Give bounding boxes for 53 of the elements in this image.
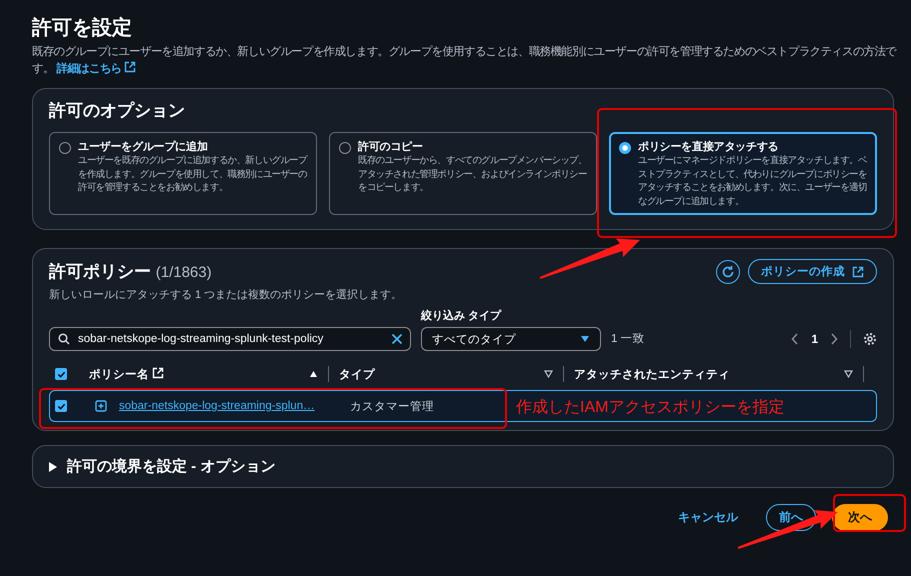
expand-icon[interactable] <box>95 400 107 412</box>
clear-icon[interactable] <box>391 333 403 345</box>
filter-label: 絞り込み タイプ <box>421 308 502 323</box>
previous-page-icon[interactable] <box>791 333 800 345</box>
external-link-icon <box>152 366 164 378</box>
option-card[interactable]: ユーザーをグループに追加 ユーザーを既存のグループに追加するか、新しいグループを作成します。グループを使用して、職務別にユーザーの許可を管理することをお勧めします。 <box>49 132 317 215</box>
page-description: 既存のグループにユーザーを追加するか、新しいグループを作成します。グループを使用することは、職務機能別にユーザーの許可を管理するためのベストプラクティスの方法です。 詳細はこちら <box>32 44 898 77</box>
panel-description: 新しいロールにアタッチする 1 つまたは複数のポリシーを選択します。 <box>49 288 404 302</box>
refresh-icon[interactable] <box>721 264 735 278</box>
column-header[interactable]: アタッチされたエンティティ <box>574 366 730 382</box>
option-label: 許可のコピー <box>358 140 424 154</box>
caret-icon <box>580 335 590 343</box>
table-cell-text: カスタマー管理 <box>350 400 434 414</box>
annotation-text: 作成したIAMアクセスポリシーを指定 <box>516 398 784 418</box>
expand-caret-icon[interactable] <box>49 462 57 472</box>
search-field[interactable]: sobar-netskope-log-streaming-splunk-test-policy <box>49 327 411 351</box>
learn-more-link[interactable]: 詳細はこちら <box>56 63 136 75</box>
column-header[interactable]: ポリシー名 <box>89 366 164 382</box>
search-icon <box>58 333 70 345</box>
next-button[interactable]: 次へ <box>832 504 888 531</box>
refresh-button[interactable] <box>716 260 740 284</box>
external-link-icon <box>124 61 136 73</box>
create-policy-button[interactable]: ポリシーの作成 <box>748 259 877 284</box>
panel-title: 許可のオプション <box>49 100 186 122</box>
boundary-panel[interactable]: 許可の境界を設定 - オプション <box>32 445 894 488</box>
panel-title: 許可の境界を設定 - オプション <box>67 457 276 476</box>
page-number[interactable]: 1 <box>811 332 818 346</box>
option-label: ユーザーをグループに追加 <box>78 140 209 154</box>
panel-title: 許可ポリシー (1/1863) <box>49 261 212 283</box>
cancel-button[interactable]: キャンセル <box>666 505 750 530</box>
option-label: ポリシーを直接アタッチする <box>638 140 780 154</box>
sort-icon[interactable] <box>844 370 853 378</box>
settings-icon[interactable] <box>863 332 877 346</box>
sort-icon[interactable] <box>544 370 553 378</box>
sort-ascending-icon[interactable] <box>309 370 318 378</box>
radio-button[interactable] <box>619 142 631 154</box>
select-all-checkbox[interactable] <box>55 368 67 380</box>
external-link-icon <box>852 266 864 278</box>
option-card[interactable]: ポリシーを直接アタッチする ユーザーにマネージドポリシーを直接アタッチします。ベストプラクティスとして、代わりにグループにポリシーをアタッチすることをお勧めします。次に、ユーザーを適切なグループに追加します。 <box>609 132 877 215</box>
match-count: 1 一致 <box>611 332 645 347</box>
row-checkbox[interactable] <box>55 400 67 412</box>
radio-button[interactable] <box>59 142 71 154</box>
next-page-icon[interactable] <box>830 333 838 345</box>
page-title: 許可を設定 <box>32 16 133 41</box>
option-description: ユーザーを既存のグループに追加するか、新しいグループを作成します。グループを使用して、職務別にユーザーの許可を管理することをお勧めします。 <box>78 155 307 192</box>
option-description: ユーザーにマネージドポリシーを直接アタッチします。ベストプラクティスとして、代わりにグループにポリシーをアタッチすることをお勧めします。次に、ユーザーを適切なグループに追加します。 <box>638 155 867 206</box>
radio-button[interactable] <box>339 142 351 154</box>
policy-name-link[interactable]: sobar-netskope-log-streaming-splun… <box>119 400 315 412</box>
column-header[interactable]: タイプ <box>339 366 375 382</box>
policy-count: (1/1863) <box>156 264 212 281</box>
type-dropdown[interactable]: すべてのタイプ <box>421 327 601 351</box>
option-card[interactable]: 許可のコピー 既存のユーザーから、すべてのグループメンバーシップ、アタッチされた管理ポリシー、およびインラインポリシーをコピーします。 <box>329 132 597 215</box>
option-description: 既存のユーザーから、すべてのグループメンバーシップ、アタッチされた管理ポリシー、およびインラインポリシーをコピーします。 <box>358 155 587 192</box>
